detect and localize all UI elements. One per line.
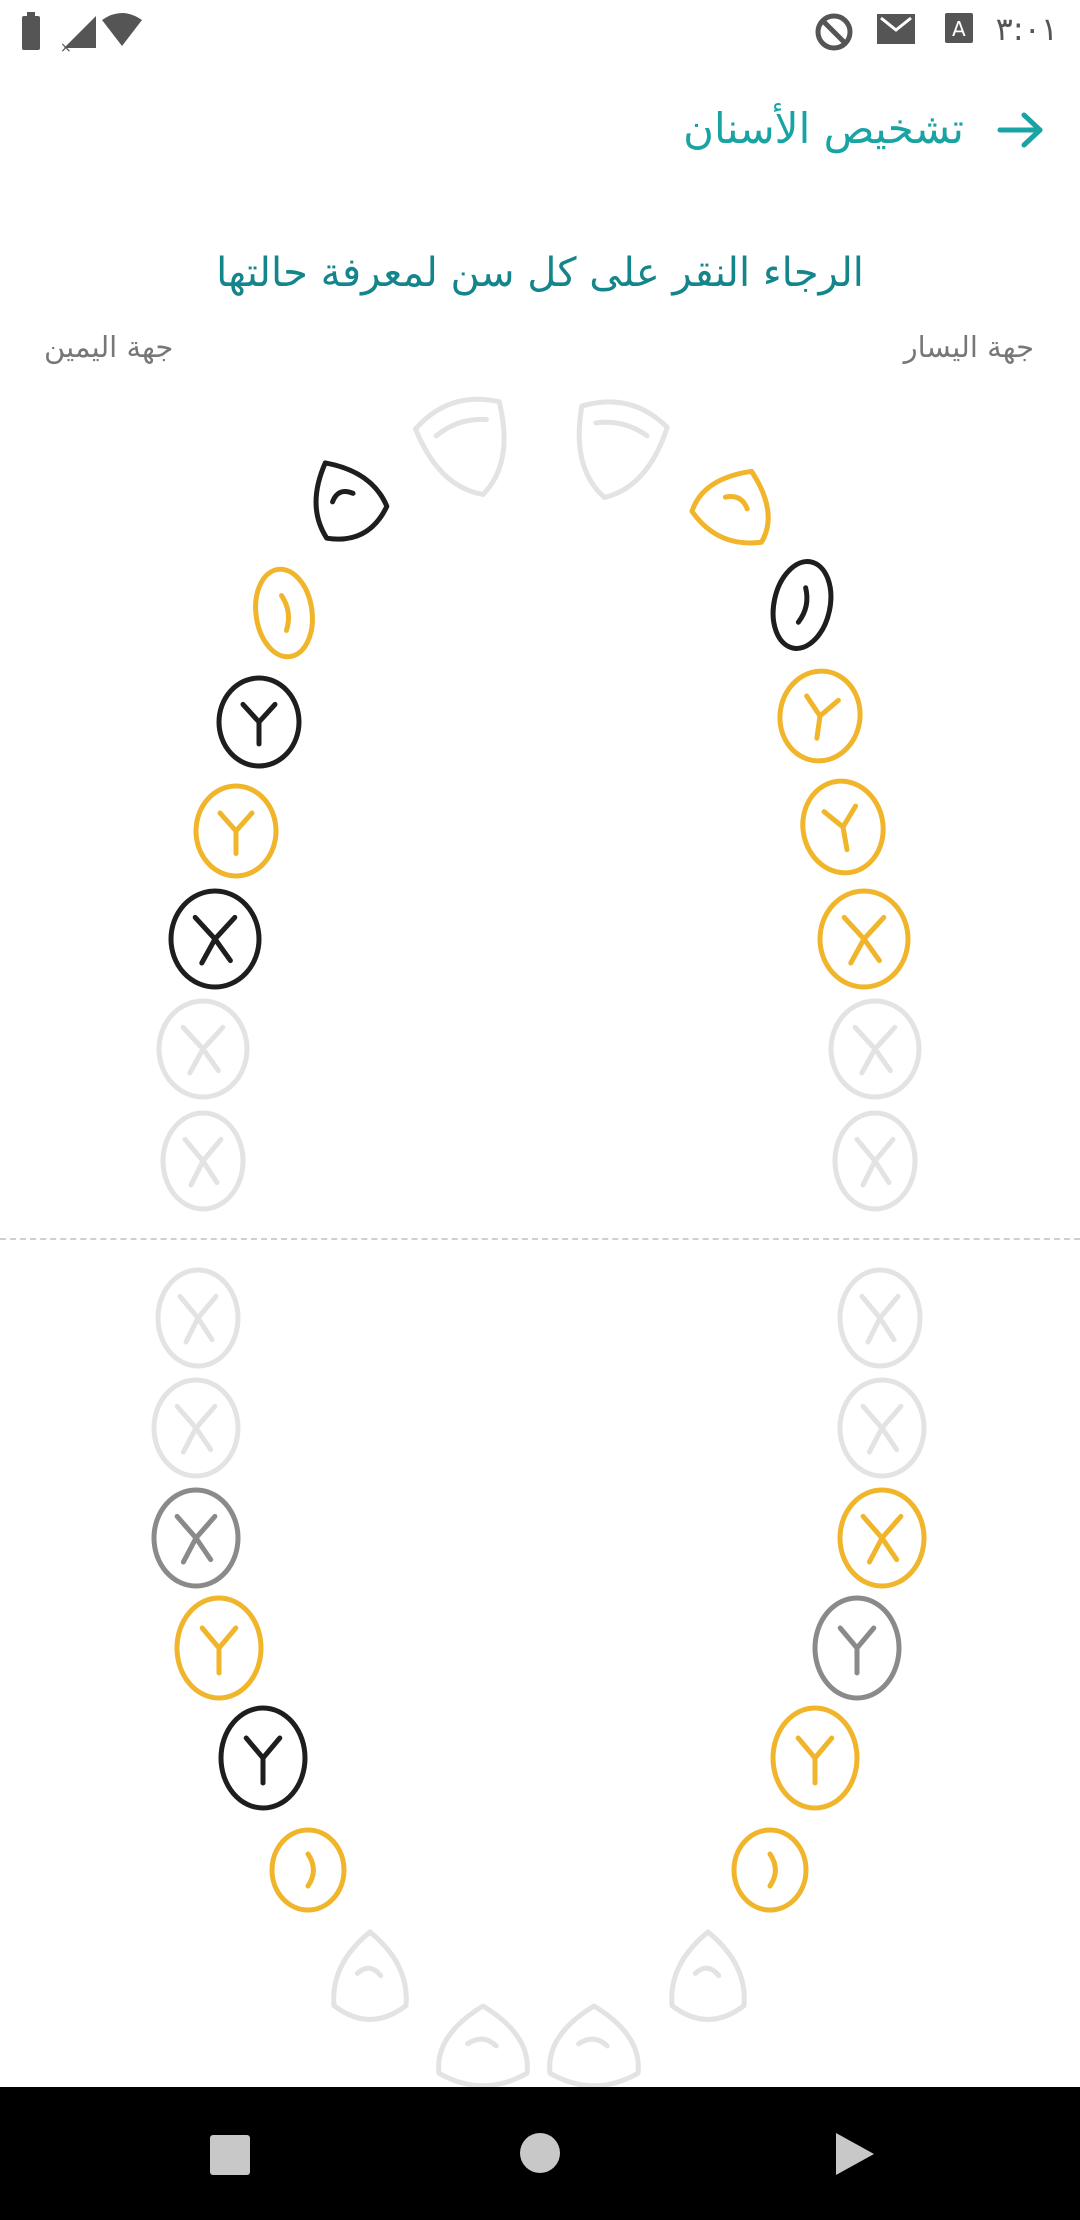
upper-tooth-12[interactable] <box>817 888 911 990</box>
upper-tooth-9[interactable] <box>193 783 279 879</box>
upper-tooth-11[interactable] <box>168 888 262 990</box>
lower-tooth-4[interactable] <box>837 1377 927 1479</box>
back-triangle-icon[interactable] <box>834 2131 876 2177</box>
upper-tooth-8[interactable] <box>796 775 891 879</box>
lower-tooth-7[interactable] <box>174 1595 264 1701</box>
upper-tooth-1[interactable] <box>411 389 524 508</box>
lower-tooth-16[interactable] <box>547 2003 641 2089</box>
upper-tooth-14[interactable] <box>828 998 922 1100</box>
lower-tooth-9[interactable] <box>218 1705 308 1811</box>
lower-tooth-2[interactable] <box>837 1267 923 1369</box>
upper-tooth-5[interactable] <box>250 566 318 661</box>
upper-tooth-7[interactable] <box>216 675 302 769</box>
lower-tooth-6[interactable] <box>837 1487 927 1589</box>
recents-square-icon[interactable] <box>208 2133 252 2177</box>
upper-tooth-13[interactable] <box>156 998 250 1100</box>
upper-tooth-3[interactable] <box>295 447 393 550</box>
upper-tooth-2[interactable] <box>562 393 671 508</box>
dental-chart <box>151 389 927 2089</box>
upper-tooth-15[interactable] <box>160 1110 246 1212</box>
lower-tooth-14[interactable] <box>669 1929 747 2022</box>
navigation-bar <box>0 2087 1080 2220</box>
lower-tooth-5[interactable] <box>151 1487 241 1589</box>
lower-tooth-8[interactable] <box>812 1595 902 1701</box>
lower-tooth-13[interactable] <box>331 1929 409 2022</box>
upper-tooth-4[interactable] <box>687 456 786 553</box>
upper-tooth-16[interactable] <box>832 1110 918 1212</box>
home-circle-icon[interactable] <box>518 2131 562 2175</box>
lower-tooth-10[interactable] <box>770 1705 860 1811</box>
lower-tooth-1[interactable] <box>155 1267 241 1369</box>
upper-tooth-10[interactable] <box>774 666 866 766</box>
lower-tooth-3[interactable] <box>151 1377 241 1479</box>
upper-tooth-6[interactable] <box>765 556 838 654</box>
lower-tooth-11[interactable] <box>269 1827 347 1913</box>
lower-tooth-12[interactable] <box>731 1827 809 1913</box>
lower-tooth-15[interactable] <box>436 2003 530 2089</box>
